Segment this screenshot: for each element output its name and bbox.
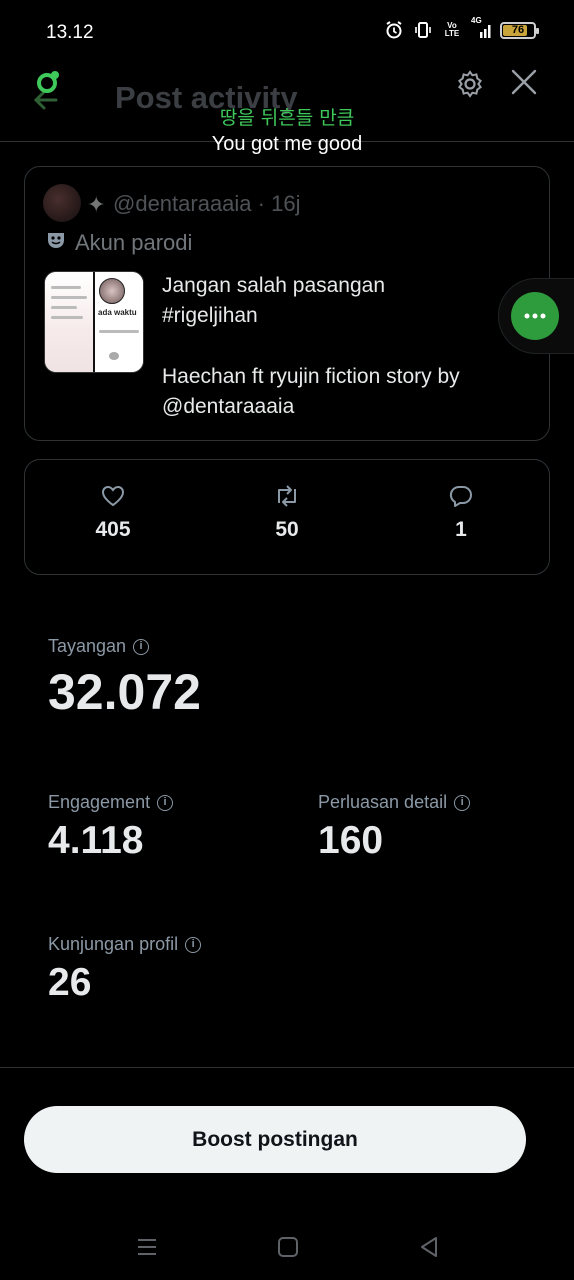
thumbnail-bubble: [109, 352, 119, 360]
status-bar: 13.12 Vo LTE 4G 76: [0, 0, 574, 64]
reposts-count: 50: [275, 518, 299, 541]
replies-stat[interactable]: 1: [411, 484, 511, 542]
post-hashtag[interactable]: #rigeljihan: [162, 301, 532, 331]
thumbnail-left-panel: [45, 272, 93, 372]
system-nav-bar: [0, 1212, 574, 1280]
back-nav-icon[interactable]: [416, 1234, 442, 1260]
post-text-line: Haechan ft ryujin fiction story by: [162, 365, 460, 388]
profile-visits-value: 26: [48, 961, 92, 1004]
detail-expands-label: Perluasan detail: [318, 792, 448, 812]
thumbnail-line: [99, 330, 139, 333]
home-icon[interactable]: [275, 1234, 301, 1260]
post-text-line: Jangan salah pasangan: [162, 274, 386, 297]
boost-post-button[interactable]: Boost postingan: [24, 1106, 526, 1173]
reply-icon: [449, 485, 472, 507]
volte-icon: Vo LTE: [444, 21, 460, 38]
repost-icon: [278, 485, 296, 507]
vibrate-icon: [413, 20, 433, 40]
engagement-label: Engagement: [48, 792, 151, 812]
post-media-thumbnail[interactable]: ada waktu: [44, 271, 144, 373]
thumbnail-line: [51, 296, 87, 299]
settings-gear-icon[interactable]: [454, 68, 486, 100]
recent-apps-icon[interactable]: [134, 1234, 160, 1260]
battery-level: 76: [511, 24, 525, 36]
info-icon[interactable]: i: [133, 638, 150, 655]
likes-stat[interactable]: 405: [63, 484, 163, 542]
engagement-metric: Engagement i 4.118: [48, 792, 174, 863]
engagement-value: 4.118: [48, 819, 144, 862]
post-author-handle: @dentaraaaia · 16j: [113, 191, 301, 216]
thumbnail-line: [51, 316, 83, 319]
battery-icon: 76: [500, 21, 539, 39]
detail-expands-metric: Perluasan detail i 160: [318, 792, 471, 863]
alarm-icon: [384, 20, 404, 40]
post-preview-card[interactable]: ✦ @dentaraaaia · 16j Akun parodi ada wak…: [24, 166, 550, 441]
thumbnail-caption: ada waktu: [98, 308, 137, 317]
avatar: [43, 184, 81, 222]
info-icon[interactable]: i: [185, 936, 202, 953]
floating-more-button[interactable]: [511, 292, 559, 340]
close-icon[interactable]: [510, 68, 538, 96]
thumbnail-line: [51, 306, 77, 309]
impressions-value: 32.072: [48, 664, 201, 720]
detail-expands-value: 160: [318, 819, 384, 862]
parody-mask-icon: [45, 229, 67, 257]
post-body-text: Jangan salah pasangan #rigeljihan Haecha…: [162, 271, 532, 422]
thumbnail-avatar: [99, 278, 125, 304]
sparkle-icon: ✦: [87, 192, 106, 217]
replies-count: 1: [455, 518, 467, 541]
post-mention[interactable]: @dentaraaaia: [162, 392, 532, 422]
profile-visits-label: Kunjungan profil: [48, 934, 179, 954]
parody-account-label: Akun parodi: [75, 230, 193, 255]
reposts-stat[interactable]: 50: [237, 484, 337, 542]
profile-visits-metric: Kunjungan profil i 26: [48, 934, 202, 1005]
signal-icon: 4G: [471, 16, 491, 40]
divider: [0, 1067, 574, 1068]
likes-count: 405: [95, 518, 131, 541]
info-icon[interactable]: i: [454, 794, 471, 811]
heart-icon: [101, 485, 125, 507]
more-dots-icon: [524, 313, 546, 319]
status-icons: Vo LTE 4G 76: [384, 16, 539, 40]
overlay-app-icon[interactable]: [36, 70, 60, 94]
thumbnail-line: [51, 286, 81, 289]
impressions-label: Tayangan: [48, 636, 127, 656]
lyric-korean-line: 땅을 뒤흔들 만큼: [219, 107, 355, 129]
impressions-metric: Tayangan i 32.072: [48, 636, 201, 721]
lyric-english-line: You got me good: [211, 133, 363, 155]
status-time: 13.12: [46, 22, 94, 43]
engagement-summary: 405 50 1: [24, 459, 550, 575]
info-icon[interactable]: i: [157, 794, 174, 811]
network-type-label: 4G: [471, 16, 482, 25]
